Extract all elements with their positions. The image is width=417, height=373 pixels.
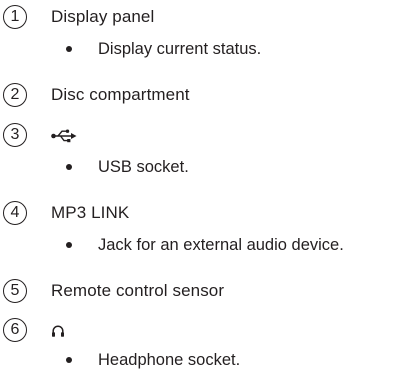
bullet-icon <box>66 357 72 363</box>
usb-icon <box>51 126 77 146</box>
item-number-badge: 1 <box>3 5 27 29</box>
item-number-badge: 3 <box>3 123 27 147</box>
item-title: Disc compartment <box>51 85 190 104</box>
item-number-badge: 4 <box>3 201 27 225</box>
bullet-icon <box>66 242 72 248</box>
item-number-badge: 6 <box>3 318 27 342</box>
item-title: MP3 LINK <box>51 203 130 222</box>
item-description: Headphone socket. <box>98 351 241 369</box>
item-description: Display current status. <box>98 40 262 58</box>
bullet-icon <box>66 164 72 170</box>
item-title: Display panel <box>51 7 155 26</box>
item-title: Remote control sensor <box>51 281 225 300</box>
item-number-badge: 5 <box>3 279 27 303</box>
bullet-icon <box>66 46 72 52</box>
item-number-badge: 2 <box>3 83 27 107</box>
item-description: USB socket. <box>98 158 189 176</box>
item-description: Jack for an external audio device. <box>98 236 344 254</box>
headphone-icon <box>51 321 65 341</box>
